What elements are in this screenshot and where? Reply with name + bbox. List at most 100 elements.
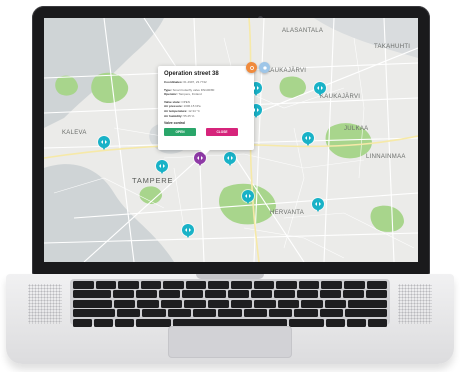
sensor-arrows-icon — [315, 202, 321, 206]
type-value: Smart butterfly valve DN100/80 — [172, 87, 215, 92]
operator-value: Tampere, Finland — [178, 92, 202, 97]
keyboard-key[interactable] — [253, 281, 275, 289]
keyboard-key[interactable] — [319, 290, 341, 299]
keyboard-key[interactable] — [160, 299, 183, 308]
keyboard-key[interactable] — [185, 281, 207, 289]
keyboard-key[interactable] — [231, 281, 252, 289]
keyboard-key[interactable] — [254, 299, 276, 308]
keyboard-key[interactable] — [137, 299, 159, 308]
map-district-label: ALASANTALA — [282, 28, 324, 34]
keyboard-key[interactable] — [94, 318, 114, 327]
sensor-arrows-icon — [197, 156, 203, 160]
keyboard-key[interactable] — [325, 318, 345, 327]
keyboard-key[interactable] — [218, 309, 242, 318]
keyboard-key[interactable] — [366, 281, 388, 289]
map-district-label: TAKAHUHTI — [374, 44, 411, 50]
map-district-label: HERVANTA — [270, 210, 305, 216]
keyboard-key[interactable] — [277, 299, 300, 308]
keyboard-key[interactable] — [268, 309, 293, 318]
keyboard-key[interactable] — [301, 299, 323, 308]
settings-icon[interactable] — [246, 62, 257, 73]
map-district-label: KAUKAJÄRVI — [266, 68, 307, 74]
map-district-label: JULKAA — [344, 126, 369, 132]
keyboard-key[interactable] — [73, 318, 93, 327]
keyboard-key[interactable] — [230, 299, 253, 308]
keyboard-key[interactable] — [296, 290, 318, 299]
map-pin-device[interactable] — [302, 132, 314, 146]
keyboard-key[interactable] — [227, 290, 249, 299]
keyboard-key[interactable] — [250, 290, 272, 299]
keyboard-key[interactable] — [344, 309, 387, 318]
keyboard-key[interactable] — [204, 290, 226, 299]
trackpad[interactable] — [168, 326, 292, 358]
keyboard-key[interactable] — [140, 281, 162, 289]
keyboard-key[interactable] — [348, 299, 387, 308]
keyboard-key[interactable] — [294, 309, 318, 318]
keyboard-key[interactable] — [167, 309, 191, 318]
map-pin-device[interactable] — [312, 198, 324, 212]
keyboard-key[interactable] — [117, 309, 141, 318]
popup-header-icons — [246, 62, 270, 73]
keyboard-key[interactable] — [367, 318, 388, 327]
keyboard-key[interactable] — [366, 290, 388, 299]
keyboard-key[interactable] — [181, 290, 203, 299]
keyboard-key[interactable] — [273, 290, 295, 299]
keyboard-key[interactable] — [73, 281, 94, 289]
keyboard-key[interactable] — [298, 281, 320, 289]
map-district-label: KAUKAJÄRVI — [320, 94, 361, 100]
popup-operator: Operator: Tampere, Finland — [164, 92, 248, 97]
keyboard-key[interactable] — [207, 299, 229, 308]
keyboard-key[interactable] — [321, 281, 342, 289]
popup-title: Operation street 38 — [164, 71, 219, 77]
keyboard-key[interactable] — [343, 281, 365, 289]
popup-coordinates: Coordinates: 61.4997, 23.7742 — [164, 80, 248, 85]
keyboard-key[interactable] — [73, 309, 115, 318]
keyboard-key[interactable] — [118, 281, 139, 289]
keyboard-key[interactable] — [115, 318, 135, 327]
keyboard-key[interactable] — [208, 281, 230, 289]
sensor-arrows-icon — [253, 108, 259, 112]
keyboard-key[interactable] — [112, 290, 134, 299]
type-label: Type: — [164, 87, 172, 92]
map-screen[interactable]: TAMPERE KAUKAJÄRVI ALASANTALA HERVANTA K… — [44, 18, 418, 262]
valve-state-label: Valve state: — [164, 99, 181, 104]
map-pin-device[interactable] — [182, 224, 194, 238]
keyboard-key[interactable] — [136, 318, 171, 327]
sensor-arrows-icon — [159, 164, 165, 168]
keyboard-key[interactable] — [342, 290, 364, 299]
keyboard-key[interactable] — [142, 309, 166, 318]
sensor-arrows-icon — [317, 86, 323, 90]
keyboard-key[interactable] — [192, 309, 217, 318]
air-pressure-label: Air pressure: — [164, 104, 183, 109]
map-pin-device[interactable] — [224, 152, 236, 166]
map-city-label: TAMPERE — [132, 176, 174, 185]
keyboard-key[interactable] — [73, 299, 112, 308]
operator-label: Operator: — [164, 92, 178, 97]
keyboard-key[interactable] — [346, 318, 366, 327]
keyboard-key[interactable] — [73, 290, 111, 299]
map-pin-device[interactable] — [242, 190, 254, 204]
close-valve-button[interactable]: CLOSE — [206, 128, 238, 137]
air-temperature-value: 12.34 °C — [188, 108, 200, 113]
keyboard-key[interactable] — [324, 299, 347, 308]
keyboard-key[interactable] — [135, 290, 157, 299]
keyboard-key[interactable] — [319, 309, 343, 318]
map-district-label: LINNAINMAA — [366, 154, 406, 160]
open-valve-button[interactable]: OPEN — [164, 128, 196, 137]
map-pin-device[interactable] — [98, 136, 110, 150]
keyboard-key[interactable] — [184, 299, 206, 308]
keyboard-key[interactable] — [243, 309, 267, 318]
map-pin-device[interactable] — [156, 160, 168, 174]
keyboard-key[interactable] — [289, 318, 324, 327]
keyboard-key[interactable] — [113, 299, 136, 308]
keyboard-key[interactable] — [95, 281, 117, 289]
keyboard[interactable] — [70, 279, 390, 327]
map-pin-device[interactable] — [314, 82, 326, 96]
keyboard-key[interactable] — [158, 290, 180, 299]
keyboard-key[interactable] — [276, 281, 297, 289]
air-pressure-value: 1006.15 hPa — [183, 104, 201, 109]
sensor-arrows-icon — [101, 140, 107, 144]
air-humidity-label: Air humidity: — [164, 113, 183, 118]
info-icon[interactable] — [259, 62, 270, 73]
keyboard-key[interactable] — [163, 281, 184, 289]
